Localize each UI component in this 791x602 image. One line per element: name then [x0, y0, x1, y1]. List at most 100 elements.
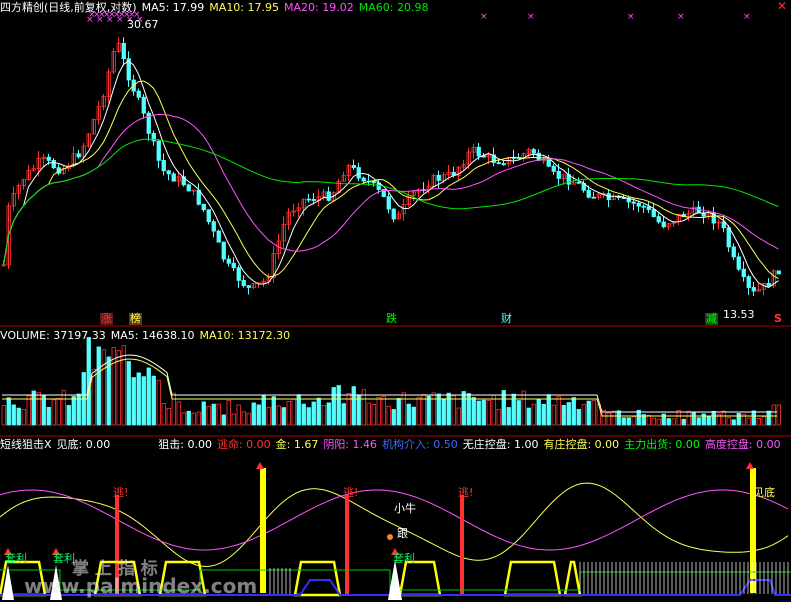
jiandi-readout: 见底: 0.00 — [56, 438, 111, 451]
volume-bar — [576, 409, 581, 426]
volume-bar — [506, 407, 511, 426]
volume-bar — [146, 367, 151, 426]
volume-bar — [401, 392, 406, 426]
volume-bar — [551, 404, 556, 426]
volume-bar — [271, 396, 276, 426]
cai-badge[interactable]: 财 — [500, 313, 513, 325]
volume-bar — [646, 414, 651, 426]
volume-bar — [36, 391, 41, 426]
ma20-line — [3, 113, 779, 265]
candle-body — [166, 170, 171, 175]
volume-bar — [101, 349, 106, 426]
volume-bar — [6, 397, 11, 426]
zhang-badge[interactable]: 涨 — [100, 313, 113, 325]
volume-bar — [471, 397, 476, 426]
candle-body — [576, 181, 581, 184]
volume-bar — [656, 418, 661, 426]
candle-body — [496, 162, 501, 165]
volume-bar — [746, 417, 751, 426]
volume-bar — [671, 418, 676, 426]
volume-bar — [21, 409, 26, 426]
candle-body — [641, 205, 646, 208]
volume-bar — [606, 412, 611, 426]
volume-bar — [161, 403, 166, 426]
up-arrow-icon — [256, 462, 264, 469]
jigou-readout: 机构介入: 0.50 — [382, 438, 458, 451]
x-marker: × — [527, 12, 535, 22]
volume-bar — [531, 403, 536, 426]
jian-badge[interactable]: 减 — [705, 313, 718, 325]
candle-body — [241, 280, 246, 287]
volume-bar — [196, 411, 201, 426]
candle-body — [136, 90, 141, 98]
volume-bar — [16, 407, 21, 426]
volume-bar — [126, 361, 131, 426]
candle-body — [196, 189, 201, 205]
volume-bar — [26, 395, 31, 426]
die-badge[interactable]: 跌 — [385, 313, 398, 325]
indicator-name: 短线狙击X — [0, 438, 52, 451]
volume-bar — [431, 392, 436, 426]
candle-body — [736, 256, 741, 270]
candle-body — [636, 202, 641, 207]
close-icon[interactable]: ✕ — [775, 0, 789, 13]
candle-body — [536, 152, 541, 161]
volume-bar — [426, 395, 431, 426]
ma10-line — [3, 80, 779, 279]
x-marker: × — [96, 15, 104, 25]
volume-bar — [636, 409, 641, 426]
candle-body — [361, 177, 366, 182]
volume-bar — [336, 385, 341, 426]
volume-bar — [1, 405, 6, 426]
vol-ma10-readout: MA10: 13172.30 — [199, 329, 291, 342]
volume-bar — [326, 402, 331, 426]
ma60-readout: MA60: 20.98 — [358, 1, 429, 14]
volume-bar — [666, 418, 671, 426]
volume-bar — [676, 410, 681, 426]
volume-bar — [221, 414, 226, 426]
volume-bar — [621, 417, 626, 426]
candle-body — [741, 268, 746, 278]
ma5-line — [3, 60, 779, 288]
volume-bar — [56, 397, 61, 426]
candle-body — [206, 209, 211, 223]
candle-body — [551, 165, 556, 172]
volume-readout: VOLUME: 37197.33 — [0, 329, 106, 342]
bottom-spike — [260, 468, 266, 593]
volume-bar — [181, 412, 186, 426]
volume-bar — [176, 401, 181, 426]
volume-bar — [251, 402, 256, 426]
volume-bar — [761, 416, 766, 426]
sell-s-marker[interactable]: S — [773, 313, 783, 325]
bang-badge[interactable]: 榜 — [129, 313, 142, 325]
volume-bar — [691, 411, 696, 426]
candle-body — [171, 173, 176, 182]
x-marker: × — [627, 12, 635, 22]
volume-bar — [351, 386, 356, 426]
volume-bar — [216, 403, 221, 426]
tao-label-3: 逃! — [458, 486, 474, 499]
volume-bar — [496, 408, 501, 426]
volume-bar — [441, 398, 446, 426]
volume-bar — [121, 345, 126, 426]
volume-bar — [306, 407, 311, 426]
volume-bar — [301, 403, 306, 426]
tao-label-1: 逃! — [113, 486, 129, 499]
volume-bar — [311, 401, 316, 426]
volume-bar — [726, 417, 731, 426]
candle-body — [186, 184, 191, 192]
volume-bar — [651, 417, 656, 426]
volume-bar — [156, 379, 161, 426]
candle-body — [231, 262, 236, 269]
candle-body — [161, 160, 166, 172]
candle-body — [661, 221, 666, 228]
candle-body — [311, 198, 316, 201]
volume-bar — [446, 392, 451, 426]
volume-bar — [131, 377, 136, 426]
volume-bar — [516, 400, 521, 426]
gen-label: 跟 — [397, 527, 408, 540]
yinyang-readout: 阴阳: 1.46 — [323, 438, 378, 451]
volume-bar — [66, 405, 71, 426]
candle-body — [156, 140, 161, 161]
volume-bar — [486, 400, 491, 426]
